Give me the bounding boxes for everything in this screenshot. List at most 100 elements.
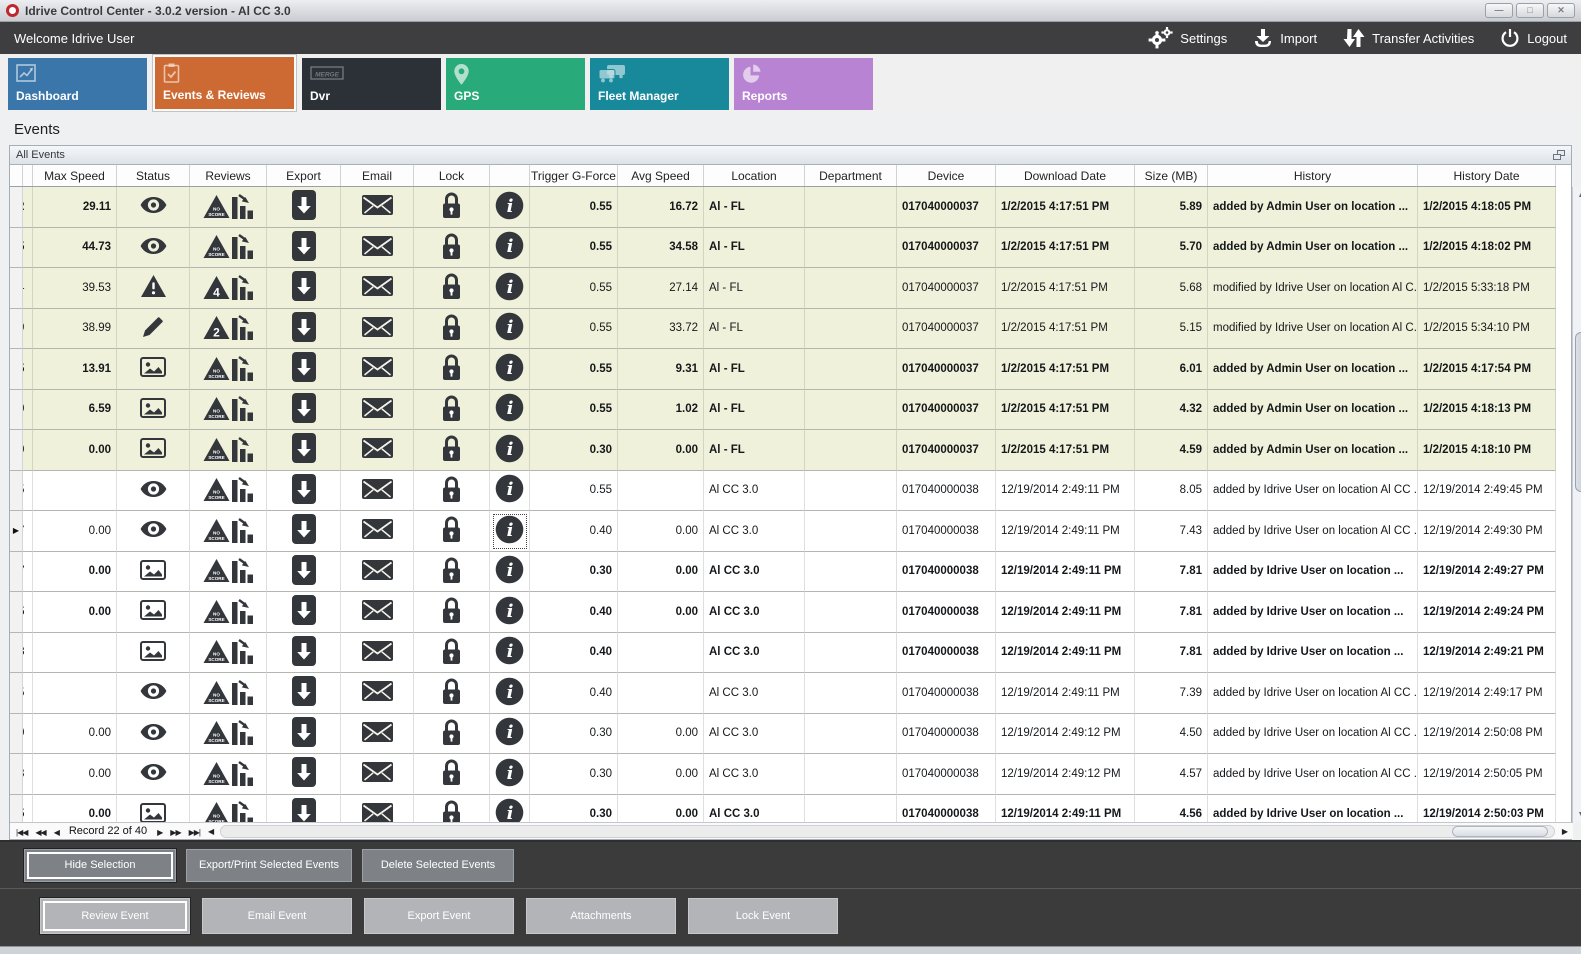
table-row[interactable]: 938.992i0.5533.72Al - FL0170400000371/2/… — [10, 309, 1556, 350]
prev-record-button-icon[interactable]: ◀ — [50, 828, 63, 837]
export-print-selected-events-button[interactable]: Export/Print Selected Events — [186, 849, 352, 882]
info-icon[interactable]: i — [495, 393, 524, 425]
info-icon[interactable]: i — [495, 272, 524, 304]
hscroll-right-icon[interactable]: ▶ — [1558, 827, 1571, 836]
download-arrow-icon[interactable] — [292, 595, 316, 628]
padlock-icon[interactable] — [440, 596, 463, 627]
info-icon[interactable]: i — [495, 596, 524, 628]
info-icon[interactable]: i — [495, 677, 524, 709]
column-header-avg_speed[interactable]: Avg Speed — [618, 165, 704, 186]
info-icon[interactable]: i — [495, 434, 524, 466]
info-icon[interactable]: i — [495, 555, 524, 587]
info-icon[interactable]: i — [495, 636, 524, 668]
toolbar-action-logout[interactable]: Logout — [1500, 28, 1567, 48]
table-row[interactable]: 00.00NOSCOREi0.300.00Al - FL017040000037… — [10, 430, 1556, 471]
maximize-button[interactable]: □ — [1516, 3, 1544, 18]
padlock-icon[interactable] — [440, 232, 463, 263]
toolbar-action-settings[interactable]: Settings — [1147, 27, 1227, 49]
column-header-department[interactable]: Department — [805, 165, 897, 186]
attachments-button[interactable]: Attachments — [526, 898, 676, 934]
toolbar-action-transfer-activities[interactable]: Transfer Activities — [1343, 28, 1474, 48]
tab-events-reviews[interactable]: Events & Reviews — [155, 57, 294, 109]
envelope-icon[interactable] — [362, 641, 393, 664]
envelope-icon[interactable] — [362, 357, 393, 380]
last-record-button-icon[interactable]: ▶▶| — [185, 828, 204, 837]
tab-dashboard[interactable]: Dashboard — [8, 58, 147, 110]
hscroll-left-icon[interactable]: ◀ — [204, 827, 217, 836]
info-icon[interactable]: i — [495, 191, 524, 223]
email-event-button[interactable]: Email Event — [202, 898, 352, 934]
envelope-icon[interactable] — [362, 479, 393, 502]
restore-panel-icon[interactable] — [1553, 150, 1565, 160]
download-arrow-icon[interactable] — [292, 636, 316, 669]
scroll-up-icon[interactable]: ▲ — [1573, 187, 1581, 203]
download-arrow-icon[interactable] — [292, 798, 316, 822]
minimize-button[interactable]: — — [1485, 3, 1513, 18]
info-icon[interactable]: i — [495, 353, 524, 385]
table-row[interactable]: 5NOSCOREi0.40Al CC 3.001704000003812/19/… — [10, 673, 1556, 714]
next-record-button-icon[interactable]: ▶ — [153, 828, 166, 837]
column-header-email[interactable]: Email — [341, 165, 414, 186]
envelope-icon[interactable] — [362, 276, 393, 299]
info-icon[interactable]: i — [495, 515, 524, 547]
column-header-max_speed[interactable]: Max Speed — [33, 165, 117, 186]
table-row[interactable]: 513.91NOSCOREi0.559.31Al - FL01704000003… — [10, 349, 1556, 390]
envelope-icon[interactable] — [362, 519, 393, 542]
padlock-icon[interactable] — [440, 637, 463, 668]
table-row[interactable]: 00.00NOSCOREi0.300.00Al CC 3.00170400000… — [10, 714, 1556, 755]
info-icon[interactable]: i — [495, 717, 524, 749]
download-arrow-icon[interactable] — [292, 393, 316, 426]
vertical-scroll-thumb[interactable] — [1575, 332, 1581, 492]
download-arrow-icon[interactable] — [292, 433, 316, 466]
padlock-icon[interactable] — [440, 677, 463, 708]
download-arrow-icon[interactable] — [292, 231, 316, 264]
scroll-down-icon[interactable]: ▼ — [1573, 806, 1581, 822]
column-header-export[interactable]: Export — [267, 165, 341, 186]
download-arrow-icon[interactable] — [292, 676, 316, 709]
envelope-icon[interactable] — [362, 600, 393, 623]
download-arrow-icon[interactable] — [292, 514, 316, 547]
envelope-icon[interactable] — [362, 681, 393, 704]
close-button[interactable]: ✕ — [1547, 3, 1575, 18]
table-row[interactable]: 5NOSCOREi0.55Al CC 3.001704000003812/19/… — [10, 471, 1556, 512]
envelope-icon[interactable] — [362, 317, 393, 340]
table-row[interactable]: 439.534i0.5527.14Al - FL0170400000371/2/… — [10, 268, 1556, 309]
lock-event-button[interactable]: Lock Event — [688, 898, 838, 934]
table-row[interactable]: 229.11NOSCOREi0.5516.72Al - FL0170400000… — [10, 187, 1556, 228]
column-header-status[interactable]: Status — [117, 165, 190, 186]
padlock-icon[interactable] — [440, 313, 463, 344]
padlock-icon[interactable] — [440, 556, 463, 587]
info-icon[interactable]: i — [495, 474, 524, 506]
info-icon[interactable]: i — [495, 312, 524, 344]
column-header-location[interactable]: Location — [704, 165, 805, 186]
table-row[interactable]: 8NOSCOREi0.40Al CC 3.001704000003812/19/… — [10, 633, 1556, 674]
envelope-icon[interactable] — [362, 803, 393, 822]
column-header-history_date[interactable]: History Date — [1418, 165, 1556, 186]
export-event-button[interactable]: Export Event — [364, 898, 514, 934]
info-icon[interactable]: i — [495, 231, 524, 263]
column-header-size[interactable]: Size (MB) — [1135, 165, 1208, 186]
download-arrow-icon[interactable] — [292, 717, 316, 750]
download-arrow-icon[interactable] — [292, 271, 316, 304]
download-arrow-icon[interactable] — [292, 312, 316, 345]
tab-reports[interactable]: Reports — [734, 58, 873, 110]
padlock-icon[interactable] — [440, 475, 463, 506]
table-row[interactable]: ▶70.00NOSCOREi0.400.00Al CC 3.0017040000… — [10, 511, 1556, 552]
column-header-lock[interactable]: Lock — [414, 165, 490, 186]
horizontal-scrollbar[interactable] — [220, 825, 1555, 838]
toolbar-action-import[interactable]: Import — [1253, 28, 1317, 48]
download-arrow-icon[interactable] — [292, 757, 316, 790]
delete-selected-events-button[interactable]: Delete Selected Events — [362, 849, 514, 882]
column-header-info[interactable] — [490, 165, 530, 186]
padlock-icon[interactable] — [440, 394, 463, 425]
table-row[interactable]: 544.73NOSCOREi0.5534.58Al - FL0170400000… — [10, 228, 1556, 269]
info-icon[interactable]: i — [495, 798, 524, 822]
table-row[interactable]: 06.59NOSCOREi0.551.02Al - FL017040000037… — [10, 390, 1556, 431]
tab-gps[interactable]: GPS — [446, 58, 585, 110]
table-row[interactable]: 70.00NOSCOREi0.300.00Al CC 3.00170400000… — [10, 552, 1556, 593]
padlock-icon[interactable] — [440, 434, 463, 465]
download-arrow-icon[interactable] — [292, 352, 316, 385]
vertical-scrollbar[interactable]: ▲ ▼ — [1572, 187, 1581, 822]
review-event-button[interactable]: Review Event — [40, 898, 190, 934]
info-icon[interactable]: i — [495, 758, 524, 790]
